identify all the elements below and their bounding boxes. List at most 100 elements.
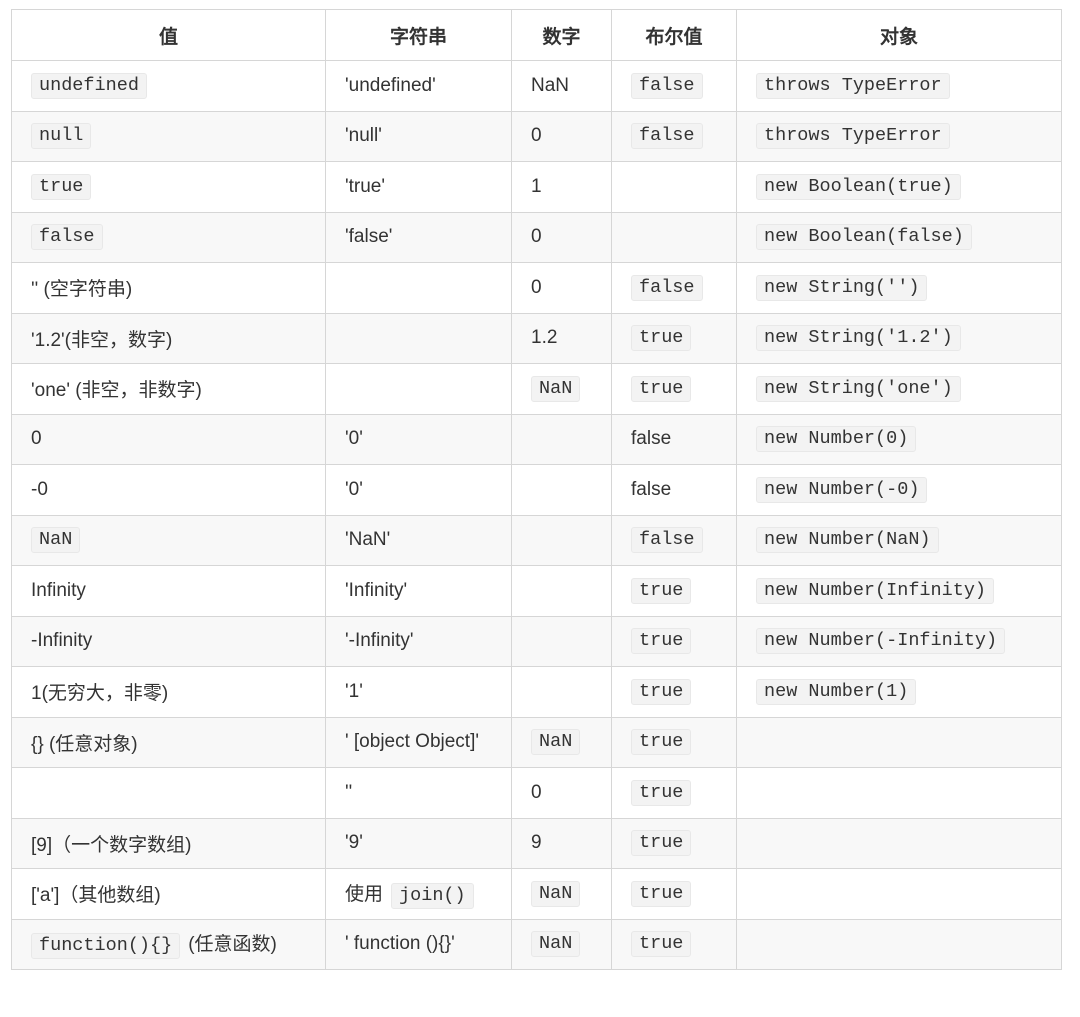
table-row: ['a']（其他数组) 使用 join() NaN true <box>11 868 1062 920</box>
boolean-cell <box>611 161 737 213</box>
table-row: '1.2'(非空，数字) 1.2 true new String('1.2') <box>11 312 1062 364</box>
table-row: 'one' (非空，非数字) NaN true new String('one') <box>11 363 1062 415</box>
string-cell: 使用 join() <box>325 868 512 920</box>
code-literal: new Number(-Infinity) <box>756 628 1006 655</box>
number-cell: 9 <box>511 817 612 869</box>
code-literal: undefined <box>31 72 147 99</box>
boolean-cell: true <box>611 666 737 718</box>
code-literal: null <box>31 123 92 150</box>
value-cell: Infinity <box>11 565 326 617</box>
code-literal: true <box>631 325 692 352</box>
header-boolean: 布尔值 <box>611 9 737 61</box>
object-cell: new String('one') <box>736 363 1062 415</box>
code-literal: true <box>631 880 692 907</box>
boolean-cell: false <box>611 464 737 516</box>
cell-text: '' <box>345 781 353 803</box>
cell-text: '9' <box>345 832 363 854</box>
value-cell: '1.2'(非空，数字) <box>11 312 326 364</box>
code-literal: NaN <box>31 527 81 554</box>
number-cell <box>511 615 612 667</box>
boolean-cell: true <box>611 615 737 667</box>
value-cell: function(){} (任意函数) <box>11 918 326 970</box>
cell-text: ' [object Object]' <box>345 731 479 753</box>
number-cell: 1 <box>511 161 612 213</box>
number-cell: 1.2 <box>511 312 612 364</box>
table-row: [9]（一个数字数组) '9' 9 true <box>11 817 1062 869</box>
object-cell <box>736 767 1062 819</box>
object-cell: new String('1.2') <box>736 312 1062 364</box>
number-cell: NaN <box>511 363 612 415</box>
cell-text: '-Infinity' <box>345 630 414 652</box>
cell-text: 'one' (非空，非数字) <box>31 380 202 402</box>
code-literal: new String('1.2') <box>756 325 961 352</box>
number-cell <box>511 514 612 566</box>
cell-text: 'undefined' <box>345 74 436 96</box>
string-cell: 'Infinity' <box>325 565 512 617</box>
string-cell: ' [object Object]' <box>325 716 512 768</box>
code-literal: NaN <box>531 931 581 958</box>
code-literal: true <box>631 577 692 604</box>
number-cell: 0 <box>511 767 612 819</box>
string-cell: '' <box>325 767 512 819</box>
cell-text: 'NaN' <box>345 529 391 551</box>
cell-text: {} (任意对象) <box>31 733 138 755</box>
code-literal: true <box>631 678 692 705</box>
header-number: 数字 <box>511 9 612 61</box>
object-cell: new String('') <box>736 262 1062 314</box>
boolean-cell: true <box>611 312 737 364</box>
number-cell <box>511 565 612 617</box>
code-literal: true <box>631 375 692 402</box>
string-cell: 'false' <box>325 211 512 263</box>
code-literal: true <box>631 729 692 756</box>
cell-text: -Infinity <box>31 630 93 652</box>
cell-text: ' function (){}' <box>345 933 455 955</box>
boolean-cell: false <box>611 514 737 566</box>
cell-text: NaN <box>531 74 570 96</box>
table-row: function(){} (任意函数) ' function (){}' NaN tru… <box>11 918 1062 970</box>
string-cell <box>325 262 512 314</box>
code-literal: new Number(-0) <box>756 476 928 503</box>
cell-text: (任意函数) <box>188 934 277 956</box>
table-body: undefined 'undefined' NaN false throws TypeE… <box>11 60 1062 970</box>
boolean-cell: true <box>611 868 737 920</box>
string-cell: '9' <box>325 817 512 869</box>
code-literal: false <box>631 274 703 301</box>
string-cell <box>325 312 512 364</box>
number-cell: NaN <box>511 918 612 970</box>
number-cell <box>511 413 612 465</box>
string-cell: 'true' <box>325 161 512 213</box>
cell-text: 'null' <box>345 125 382 147</box>
value-cell: {} (任意对象) <box>11 716 326 768</box>
value-cell: true <box>11 161 326 213</box>
boolean-cell <box>611 211 737 263</box>
object-cell: new Number(-0) <box>736 464 1062 516</box>
string-cell: ' function (){}' <box>325 918 512 970</box>
cell-text: Infinity <box>31 579 86 601</box>
code-literal: NaN <box>531 880 581 907</box>
cell-text: ['a']（其他数组) <box>31 885 161 907</box>
code-literal: throws TypeError <box>756 72 950 99</box>
header-string: 字符串 <box>325 9 512 61</box>
number-cell: 0 <box>511 110 612 162</box>
object-cell <box>736 918 1062 970</box>
code-literal: new Number(Infinity) <box>756 577 995 604</box>
code-literal: true <box>631 830 692 857</box>
cell-text: '0' <box>345 428 363 450</box>
table-row: Infinity 'Infinity' true new Number(Infinit… <box>11 565 1062 617</box>
header-row: 值 字符串 数字 布尔值 对象 <box>11 9 1062 61</box>
object-cell: throws TypeError <box>736 60 1062 112</box>
object-cell: new Number(0) <box>736 413 1062 465</box>
cell-text: 'Infinity' <box>345 579 408 601</box>
value-cell: ['a']（其他数组) <box>11 868 326 920</box>
object-cell <box>736 716 1062 768</box>
string-cell: '-Infinity' <box>325 615 512 667</box>
code-literal: NaN <box>531 375 581 402</box>
number-cell <box>511 464 612 516</box>
object-cell: new Number(NaN) <box>736 514 1062 566</box>
code-literal: new String('one') <box>756 375 961 402</box>
code-literal: join() <box>391 882 474 909</box>
table-row: undefined 'undefined' NaN false throws TypeE… <box>11 60 1062 112</box>
cell-text: 1(无穷大，非零) <box>31 683 169 705</box>
value-cell: undefined <box>11 60 326 112</box>
boolean-cell: false <box>611 413 737 465</box>
